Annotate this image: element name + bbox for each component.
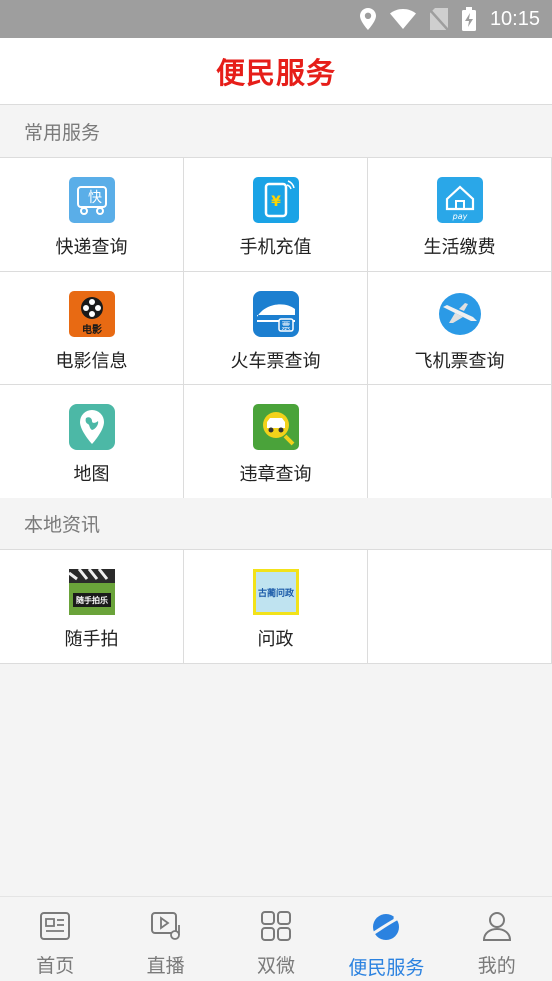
service-violation-query[interactable]: 违章查询 bbox=[184, 385, 368, 499]
grid-empty-cell bbox=[368, 385, 552, 499]
svg-text:随手拍乐: 随手拍乐 bbox=[76, 595, 108, 605]
service-snapshot[interactable]: 随手拍乐 随手拍 bbox=[0, 550, 184, 664]
tab-label: 便民服务 bbox=[348, 957, 425, 979]
service-train-ticket[interactable]: 票 火车票查询 bbox=[184, 271, 368, 385]
inquiry-icon: 古蔺问政 bbox=[252, 569, 299, 615]
service-life-pay[interactable]: pay 生活缴费 bbox=[368, 158, 552, 272]
no-sim-icon bbox=[429, 8, 448, 30]
tab-label: 直播 bbox=[146, 955, 185, 977]
status-bar: 10:15 bbox=[0, 0, 552, 38]
service-label: 随手拍 bbox=[64, 629, 119, 650]
svg-text:电影: 电影 bbox=[82, 323, 102, 336]
status-icons: 10:15 bbox=[359, 0, 540, 38]
service-label: 火车票查询 bbox=[230, 350, 321, 372]
live-play-icon bbox=[150, 911, 182, 945]
map-icon bbox=[68, 404, 115, 450]
page-header: 便民服务 bbox=[0, 38, 552, 105]
common-services-grid: 快 快递查询 ¥ 手机充值 pay 生活缴费 电影 电影信息 票 火车票查询 飞… bbox=[0, 157, 552, 499]
bottom-tab-bar: 首页 直播 双微 便民服务 我的 bbox=[0, 896, 552, 981]
tab-label: 双微 bbox=[256, 955, 295, 977]
life-pay-icon: pay bbox=[436, 177, 483, 223]
service-plane-ticket[interactable]: 飞机票查询 bbox=[368, 271, 552, 385]
svg-text:¥: ¥ bbox=[271, 194, 281, 210]
page-title: 便民服务 bbox=[215, 56, 336, 90]
snapshot-icon: 随手拍乐 bbox=[68, 569, 115, 615]
user-icon bbox=[481, 911, 513, 945]
service-label: 地图 bbox=[73, 464, 110, 485]
tab-convenience-service[interactable]: 便民服务 bbox=[331, 897, 441, 981]
tab-mine[interactable]: 我的 bbox=[442, 897, 552, 981]
service-planet-icon bbox=[369, 911, 403, 947]
phone-recharge-icon: ¥ bbox=[252, 177, 299, 223]
section-title-common: 常用服务 bbox=[0, 106, 552, 157]
local-info-grid: 随手拍乐 随手拍 古蔺问政 问政 bbox=[0, 549, 552, 664]
svg-text:快: 快 bbox=[88, 190, 102, 206]
service-inquiry[interactable]: 古蔺问政 问政 bbox=[184, 550, 368, 664]
service-label: 电影信息 bbox=[55, 350, 128, 372]
service-express-query[interactable]: 快 快递查询 bbox=[0, 158, 184, 272]
plane-ticket-icon bbox=[436, 290, 483, 337]
svg-text:pay: pay bbox=[451, 212, 467, 221]
service-label: 手机充值 bbox=[239, 237, 312, 258]
section-title-local: 本地资讯 bbox=[0, 498, 552, 549]
movie-icon: 电影 bbox=[68, 290, 115, 337]
service-label: 违章查询 bbox=[239, 464, 312, 485]
wifi-icon bbox=[389, 9, 416, 29]
tab-label: 我的 bbox=[477, 955, 516, 977]
train-ticket-icon: 票 bbox=[252, 290, 299, 337]
grid-icon bbox=[260, 911, 292, 945]
service-label: 问政 bbox=[257, 629, 294, 650]
status-time: 10:15 bbox=[489, 7, 540, 30]
location-icon bbox=[359, 8, 376, 30]
violation-query-icon bbox=[252, 404, 299, 450]
grid-empty-cell bbox=[368, 550, 552, 664]
service-movie-info[interactable]: 电影 电影信息 bbox=[0, 271, 184, 385]
service-phone-recharge[interactable]: ¥ 手机充值 bbox=[184, 158, 368, 272]
battery-charging-icon bbox=[461, 7, 476, 31]
express-icon: 快 bbox=[68, 177, 115, 223]
service-label: 生活缴费 bbox=[423, 237, 496, 258]
service-label: 飞机票查询 bbox=[414, 350, 505, 372]
tab-dual-micro[interactable]: 双微 bbox=[221, 897, 331, 981]
svg-text:古蔺问政: 古蔺问政 bbox=[257, 587, 294, 599]
service-map[interactable]: 地图 bbox=[0, 385, 184, 499]
tab-home[interactable]: 首页 bbox=[0, 897, 110, 981]
svg-text:票: 票 bbox=[281, 321, 290, 332]
service-label: 快递查询 bbox=[55, 237, 128, 258]
news-icon bbox=[39, 911, 71, 945]
tab-live[interactable]: 直播 bbox=[110, 897, 220, 981]
tab-label: 首页 bbox=[36, 955, 75, 977]
